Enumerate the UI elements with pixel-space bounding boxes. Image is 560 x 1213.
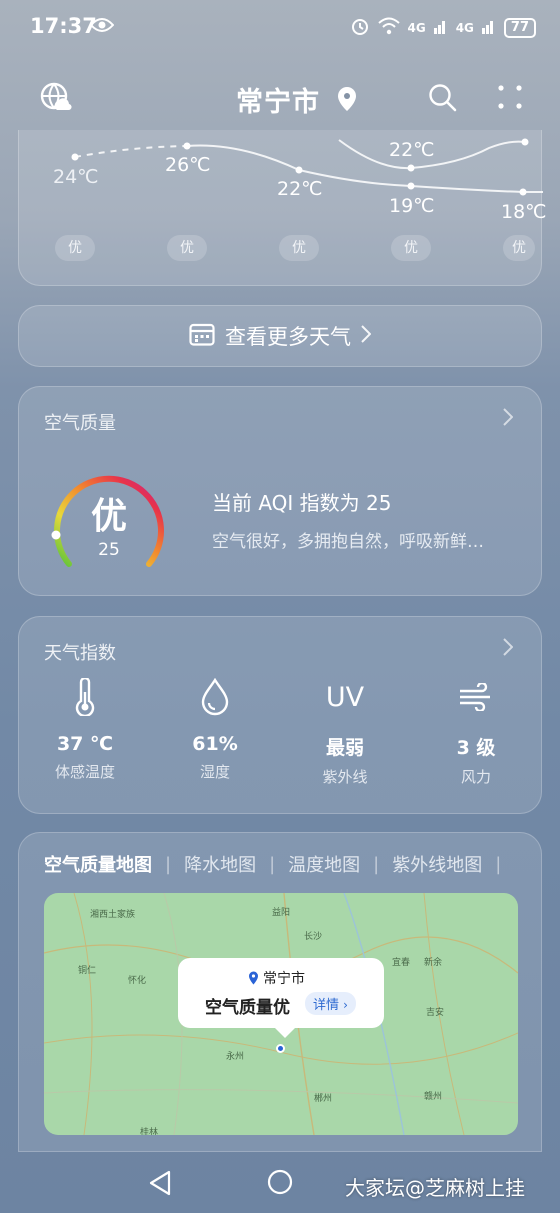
forecast-temp-2: 26℃ — [165, 154, 211, 176]
air-quality-title: 空气质量 — [44, 413, 116, 434]
signal-bars-icon-2 — [481, 18, 496, 37]
uv-icon-text: UV — [325, 681, 365, 713]
popup-quality: 空气质量优 — [205, 998, 290, 1018]
tab-precipitation-map[interactable]: 降水地图 — [184, 851, 256, 877]
tab-air-quality-map[interactable]: 空气质量地图 — [44, 851, 152, 877]
aqi-description: 空气很好，多拥抱自然，呼吸新鲜… — [212, 532, 484, 552]
index-wind[interactable]: 3 级 风力 — [416, 677, 536, 787]
back-icon[interactable] — [148, 1170, 172, 1200]
map-place-label: 长沙 — [304, 932, 323, 942]
map-place-label: 新余 — [424, 958, 443, 968]
map-location-marker[interactable] — [276, 1044, 285, 1053]
status-icons: 4G 4G 77 — [350, 16, 536, 39]
map-place-label: 吉安 — [426, 1008, 445, 1018]
forecast-temp-high: 22℃ — [389, 139, 435, 161]
aqi-value: 25 — [98, 540, 120, 560]
air-quality-map[interactable]: 益阳 长沙 怀化 铜仁 宜春 新余 吉安 永州 郴州 赣州 湘西土家族 桂林 常… — [44, 893, 518, 1135]
status-bar: 17:37 4G 4G 77 — [0, 0, 560, 56]
map-place-label: 宜春 — [392, 958, 411, 968]
forecast-temp-5: 18℃ — [501, 201, 547, 223]
index-label: 体感温度 — [54, 763, 115, 781]
weather-index-title: 天气指数 — [44, 643, 116, 664]
location-pin-icon — [336, 86, 358, 116]
map-place-label: 永州 — [226, 1052, 245, 1062]
chevron-right-icon — [361, 324, 372, 348]
app-header: 常宁市 — [0, 72, 560, 124]
index-value: 3 级 — [456, 737, 496, 759]
eye-comfort-icon — [89, 17, 115, 37]
battery-indicator: 77 — [503, 17, 536, 38]
chevron-right-icon: › — [343, 998, 348, 1012]
index-uv[interactable]: UV 最弱 紫外线 — [285, 677, 405, 787]
uv-icon: UV — [285, 677, 405, 717]
signal-4g-label: 4G — [407, 20, 426, 35]
map-place-label: 郴州 — [314, 1094, 333, 1104]
forecast-temp-1: 24℃ — [53, 166, 99, 188]
aqi-level: 优 — [90, 496, 127, 537]
aqi-headline: 当前 AQI 指数为 25 — [212, 491, 392, 515]
map-tabs: 空气质量地图 | 降水地图 | 温度地图 | 紫外线地图 | — [44, 851, 514, 877]
wind-icon — [416, 677, 536, 717]
map-place-label: 益阳 — [272, 908, 291, 918]
tab-temperature-map[interactable]: 温度地图 — [288, 851, 360, 877]
index-label: 紫外线 — [322, 768, 368, 786]
index-label: 湿度 — [199, 763, 230, 781]
forecast-aqi-pill: 优 — [503, 235, 535, 261]
tab-divider: | — [269, 853, 276, 875]
more-options-icon[interactable] — [497, 84, 523, 114]
popup-city: 常宁市 — [248, 968, 305, 988]
tab-divider: | — [165, 853, 172, 875]
signal-bars-icon — [433, 18, 448, 37]
wifi-icon — [377, 17, 400, 38]
humidity-drop-icon — [155, 677, 275, 717]
forecast-aqi-pill: 优 — [167, 235, 207, 261]
calendar-icon — [189, 322, 215, 351]
maps-card: 空气质量地图 | 降水地图 | 温度地图 | 紫外线地图 | 益阳 长沙 怀化 … — [18, 832, 542, 1152]
forecast-aqi-pill: 优 — [55, 235, 95, 261]
tab-divider: | — [495, 853, 502, 875]
map-place-label: 怀化 — [128, 976, 147, 986]
map-place-label: 赣州 — [424, 1092, 443, 1102]
map-place-label: 铜仁 — [78, 966, 97, 976]
alarm-icon — [350, 16, 370, 39]
status-time: 17:37 — [30, 14, 97, 38]
index-value: 61% — [192, 733, 238, 755]
forecast-temp-3: 22℃ — [277, 178, 323, 200]
index-label: 风力 — [460, 768, 491, 786]
map-place-label: 桂林 — [140, 1128, 159, 1135]
chevron-right-icon[interactable] — [503, 407, 514, 432]
thermometer-icon — [25, 677, 145, 717]
forecast-card[interactable]: 24℃ 26℃ 22℃ 22℃ 19℃ 18℃ 优 优 优 优 优 — [18, 130, 547, 286]
home-icon[interactable] — [267, 1169, 293, 1199]
popup-detail-label: 详情 — [313, 998, 340, 1013]
air-quality-card[interactable]: 空气质量 优 25 当前 AQI 指数为 25 空气很好，多拥抱自然，呼吸新鲜… — [18, 386, 542, 596]
forecast-aqi-pill: 优 — [279, 235, 319, 261]
weather-index-card[interactable]: 天气指数 37 ℃ 体感温度 61% 湿度 UV 最弱 紫外线 3 级 风力 — [18, 616, 542, 814]
index-feels-like[interactable]: 37 ℃ 体感温度 — [25, 677, 145, 782]
index-value: 最弱 — [325, 737, 364, 759]
tab-divider: | — [373, 853, 380, 875]
location-pin-icon — [249, 971, 258, 985]
globe-cloud-icon[interactable] — [40, 82, 72, 118]
popup-city-name: 常宁市 — [263, 971, 305, 987]
more-weather-label: 查看更多天气 — [225, 325, 351, 349]
system-nav-bar: 大家坛@芝麻树上挂 — [0, 1150, 560, 1213]
more-weather-button[interactable]: 查看更多天气 — [18, 305, 542, 367]
search-icon[interactable] — [428, 83, 458, 117]
watermark-text: 大家坛@芝麻树上挂 — [345, 1176, 525, 1200]
popup-detail-button[interactable]: 详情 › — [305, 992, 356, 1015]
tab-uv-map[interactable]: 紫外线地图 — [392, 851, 482, 877]
signal-4g-label-2: 4G — [455, 20, 474, 35]
forecast-temp-4: 19℃ — [389, 195, 435, 217]
city-title[interactable]: 常宁市 — [236, 80, 320, 119]
chevron-right-icon[interactable] — [503, 637, 514, 662]
map-location-popup[interactable]: 常宁市 空气质量优 详情 › — [178, 958, 384, 1038]
index-value: 37 ℃ — [56, 733, 114, 755]
index-humidity[interactable]: 61% 湿度 — [155, 677, 275, 782]
forecast-aqi-pill: 优 — [391, 235, 431, 261]
map-place-label: 湘西土家族 — [90, 910, 136, 920]
